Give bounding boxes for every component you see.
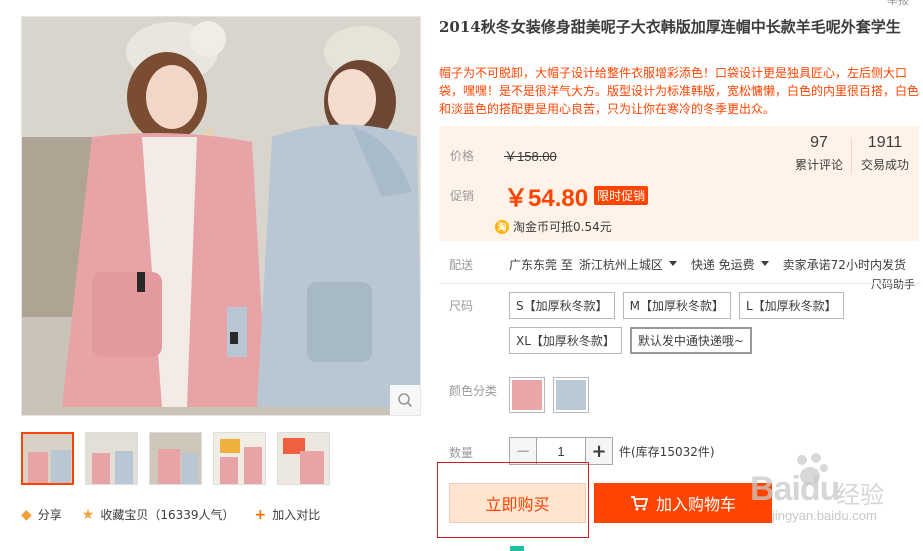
original-price: ￥158.00 (504, 149, 557, 164)
size-option-l[interactable]: L【加厚秋冬款】 (738, 292, 844, 319)
thumbnail-image (23, 434, 72, 483)
size-option-xl[interactable]: XL【加厚秋冬款】 (509, 327, 622, 354)
thumbnail-image (278, 433, 329, 484)
quantity-plus-button[interactable]: + (585, 437, 613, 465)
thumbnail-image (214, 433, 265, 484)
thumbnail-2[interactable] (85, 432, 138, 485)
report-link[interactable]: 举报 (887, 0, 909, 8)
ship-method-select[interactable]: 快递 免运费 (691, 256, 755, 273)
share-icon: ◆ (21, 506, 32, 523)
sales-count: 1911 (867, 134, 903, 151)
size-option-s[interactable]: S【加厚秋冬款】 (509, 292, 615, 319)
color-option-blue[interactable] (553, 377, 589, 413)
size-option-default-shipping[interactable]: 默认发中通快递哦~ (629, 327, 752, 354)
reviews-count: 97 (810, 134, 828, 151)
compare-label: 加入对比 (272, 508, 321, 522)
reviews-stat[interactable]: 97 累计评论 (789, 134, 849, 173)
taojinbi-text: 淘金币可抵0.54元 (513, 220, 612, 234)
thumbnail-image (86, 433, 137, 484)
promo-label: 促销 (450, 189, 475, 203)
ship-to-select[interactable]: 浙江杭州上城区 (579, 256, 663, 273)
size-label: 尺码 (449, 299, 474, 313)
stats-divider (851, 138, 852, 174)
watermark-brand-cn: 经验 (836, 481, 884, 509)
taojinbi-row: 淘 淘金币可抵0.54元 (495, 218, 612, 235)
thumbnail-4[interactable] (213, 432, 266, 485)
shipping-row: 配送 广东东莞 至 浙江杭州上城区 快递 免运费 卖家承诺72小时内发货 (449, 256, 923, 273)
chevron-down-icon (760, 261, 769, 266)
color-option-pink[interactable] (509, 377, 545, 413)
thumbnail-1[interactable] (21, 432, 74, 485)
color-swatch-pink (512, 380, 542, 410)
quantity-label: 数量 (449, 446, 474, 460)
ship-promise: 卖家承诺72小时内发货 (782, 258, 906, 272)
main-product-photo[interactable] (21, 16, 421, 416)
thumbnail-image (150, 433, 201, 484)
thumbnail-strip (21, 432, 330, 485)
magnifier-icon (398, 393, 413, 408)
quantity-input[interactable]: 1 (537, 437, 585, 465)
share-label: 分享 (37, 508, 62, 522)
cart-icon (630, 496, 648, 511)
star-icon: ★ (81, 506, 95, 523)
product-photo-illustration (22, 17, 420, 415)
promo-badge: 限时促销 (594, 186, 649, 205)
paw-icon (797, 453, 828, 485)
watermark-url: jingyan.baidu.com (772, 508, 877, 523)
zoom-button[interactable] (390, 385, 420, 415)
chevron-down-icon (668, 261, 677, 266)
bottom-indicator (510, 546, 524, 551)
add-to-cart-label: 加入购物车 (655, 495, 736, 514)
original-price-row: 价格 ￥158.00 (450, 146, 557, 165)
size-option-m[interactable]: M【加厚秋冬款】 (622, 292, 731, 319)
favorite-action[interactable]: ★ 收藏宝贝（16339人气） (82, 506, 235, 523)
reviews-label: 累计评论 (794, 158, 843, 172)
ship-from: 广东东莞 至 (509, 258, 573, 272)
plus-icon: + (254, 506, 267, 523)
color-options (509, 377, 919, 413)
sales-label: 交易成功 (860, 158, 909, 172)
stock-text: 件(库存15032件) (619, 444, 715, 459)
coin-icon: 淘 (495, 219, 509, 234)
current-price: ￥54.80 (504, 185, 589, 212)
color-label: 颜色分类 (449, 384, 498, 398)
product-description: 帽子为不可脱卸，大帽子设计给整件衣服增彩添色！口袋设计更是独具匠心，左后侧大口袋… (439, 66, 920, 116)
price-panel: 价格 ￥158.00 促销 ￥54.80 限时促销 97 累计评论 1911 交… (439, 126, 919, 241)
product-title: 2014秋冬女装修身甜美呢子大衣韩版加厚连帽中长款羊毛呢外套学生 (439, 18, 901, 36)
quantity-stepper: − 1 + 件(库存15032件) (509, 437, 715, 465)
price-label: 价格 (450, 149, 475, 163)
compare-action[interactable]: + 加入对比 (255, 506, 321, 523)
buy-now-button[interactable]: 立即购买 (449, 483, 586, 523)
shipping-label: 配送 (449, 258, 474, 272)
favorite-label: 收藏宝贝（16339人气） (100, 508, 235, 522)
thumbnail-5[interactable] (277, 432, 330, 485)
thumbnail-3[interactable] (149, 432, 202, 485)
sales-stat: 1911 交易成功 (857, 134, 913, 173)
add-to-cart-button[interactable]: 加入购物车 (594, 483, 772, 523)
quantity-minus-button[interactable]: − (509, 437, 537, 465)
color-swatch-blue (556, 380, 586, 410)
size-options: S【加厚秋冬款】 M【加厚秋冬款】 L【加厚秋冬款】 XL【加厚秋冬款】 默认发… (509, 292, 919, 354)
promo-price-row: 促销 ￥54.80 限时促销 (450, 178, 649, 213)
share-action[interactable]: ◆ 分享 (21, 506, 62, 523)
size-helper-link[interactable]: 尺码助手 (871, 276, 915, 292)
social-actions: ◆ 分享 ★ 收藏宝贝（16339人气） + 加入对比 (21, 506, 340, 523)
divider (439, 283, 921, 284)
